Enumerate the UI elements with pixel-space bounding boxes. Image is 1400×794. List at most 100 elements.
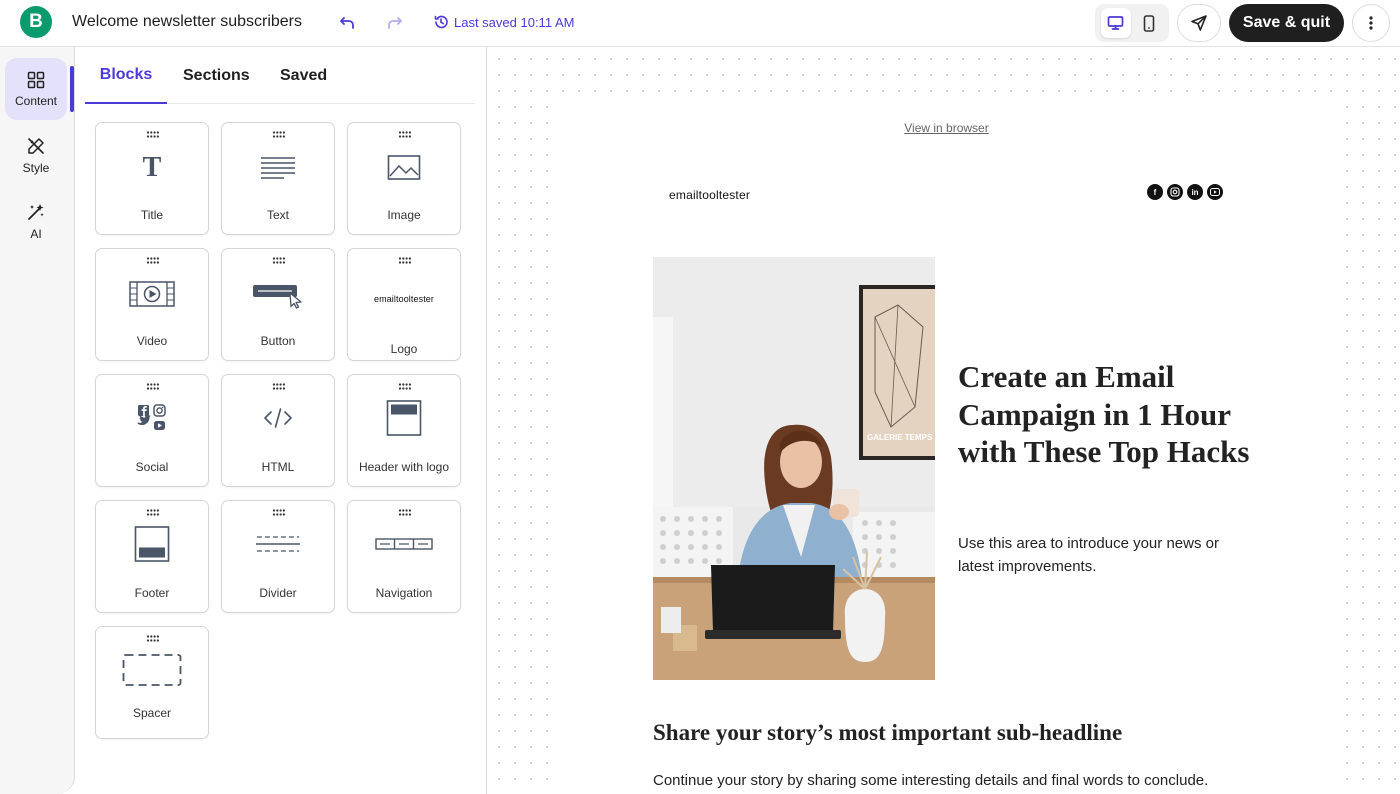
panel-tabs: Blocks Sections Saved [85,47,475,104]
desktop-view-button[interactable] [1100,8,1131,38]
image-icon [348,143,460,193]
drag-handle-icon [398,257,411,264]
block-label: Video [136,334,168,348]
undo-icon [340,17,354,29]
block-label: Divider [259,586,297,600]
block-label: Text [266,208,289,222]
rail-item-ai[interactable]: AI [5,190,67,252]
email-logo[interactable]: emailtooltester [669,188,750,202]
footer-icon [96,519,208,569]
redo-icon [388,17,402,29]
more-vertical-icon [1369,16,1373,30]
more-options-button[interactable] [1352,4,1390,42]
logo-preview-text: emailtooltester [373,294,435,304]
block-logo[interactable]: emailtooltester Logo [347,248,461,361]
block-divider[interactable]: Divider [221,500,335,613]
drag-handle-icon [146,383,159,390]
device-view-toggle [1095,4,1169,42]
block-label: Logo [390,342,418,356]
rail-active-indicator [70,66,74,112]
rail-item-content[interactable]: Content [5,58,67,120]
hero-image[interactable]: GALERIE TEMPS [653,257,935,680]
email-body-text[interactable]: Continue your story by sharing some inte… [653,772,1208,789]
block-navigation[interactable]: Navigation [347,500,461,613]
blocks-panel: Blocks Sections Saved T Title Text Image… [75,47,486,794]
social-icon [96,393,208,443]
email-subheadline[interactable]: Share your story’s most important sub-he… [653,720,1122,746]
block-title[interactable]: T Title [95,122,209,235]
drag-handle-icon [146,509,159,516]
tab-blocks[interactable]: Blocks [85,47,167,104]
drag-handle-icon [398,383,411,390]
facebook-icon[interactable]: f [1147,184,1163,200]
brand-logo[interactable]: B [20,6,52,38]
block-header-with-logo[interactable]: Header with logo [347,374,461,487]
drag-handle-icon [272,257,285,264]
left-rail: Content Style AI [0,47,75,794]
block-label: Title [140,208,164,222]
header-with-logo-icon [348,393,460,443]
divider-icon [222,519,334,569]
history-icon [434,15,448,29]
block-button[interactable]: Button [221,248,335,361]
block-social[interactable]: Social [95,374,209,487]
email-intro-text[interactable]: Use this area to introduce your news or … [958,532,1258,578]
youtube-icon[interactable] [1207,184,1223,200]
text-icon [222,143,334,193]
block-video[interactable]: Video [95,248,209,361]
rail-item-label: Style [22,160,50,175]
mobile-view-button[interactable] [1134,8,1164,38]
tab-saved[interactable]: Saved [280,47,327,104]
drag-handle-icon [272,383,285,390]
email-headline[interactable]: Create an Email Campaign in 1 Hour with … [958,358,1258,471]
navigation-icon [348,519,460,569]
grid-icon [27,71,45,88]
block-label: Social [135,460,169,474]
brush-icon [28,137,44,154]
document-title[interactable]: Welcome newsletter subscribers [72,13,302,31]
block-image[interactable]: Image [347,122,461,235]
block-label: HTML [261,460,295,474]
brand-letter: B [29,11,43,32]
spacer-icon [96,645,208,695]
last-saved-status[interactable]: Last saved 10:11 AM [433,14,574,30]
block-label: Footer [134,586,170,600]
mobile-icon [1143,14,1154,32]
drag-handle-icon [398,509,411,516]
email-preview[interactable]: View in browser emailtooltester f in GAL… [551,100,1342,794]
drag-handle-icon [146,635,159,642]
block-label: Image [387,208,421,222]
tab-sections[interactable]: Sections [183,47,250,104]
undo-button[interactable] [336,11,360,35]
html-icon [222,393,334,443]
rail-item-label: AI [30,226,42,241]
block-label: Header with logo [358,460,450,474]
rail-item-style[interactable]: Style [5,124,67,186]
redo-button[interactable] [382,11,406,35]
save-and-quit-button[interactable]: Save & quit [1229,4,1344,42]
rail-item-label: Content [14,93,58,108]
drag-handle-icon [272,131,285,138]
send-test-button[interactable] [1177,4,1221,42]
desktop-icon [1107,16,1124,30]
drag-handle-icon [272,509,285,516]
block-text[interactable]: Text [221,122,335,235]
block-label: Navigation [375,586,433,600]
drag-handle-icon [146,131,159,138]
block-label: Spacer [132,706,172,720]
button-icon [222,269,334,319]
block-spacer[interactable]: Spacer [95,626,209,739]
video-icon [96,269,208,319]
top-bar: B Welcome newsletter subscribers Last sa… [0,0,1400,47]
linkedin-icon[interactable]: in [1187,184,1203,200]
view-in-browser-link[interactable]: View in browser [551,121,1342,135]
last-saved-text: Last saved 10:11 AM [454,14,575,30]
block-html[interactable]: HTML [221,374,335,487]
hero-photo: GALERIE TEMPS [653,257,935,680]
poster-text: GALERIE TEMPS [867,433,933,442]
title-icon: T [142,152,162,183]
instagram-icon[interactable] [1167,184,1183,200]
drag-handle-icon [146,257,159,264]
block-footer[interactable]: Footer [95,500,209,613]
drag-handle-icon [398,131,411,138]
